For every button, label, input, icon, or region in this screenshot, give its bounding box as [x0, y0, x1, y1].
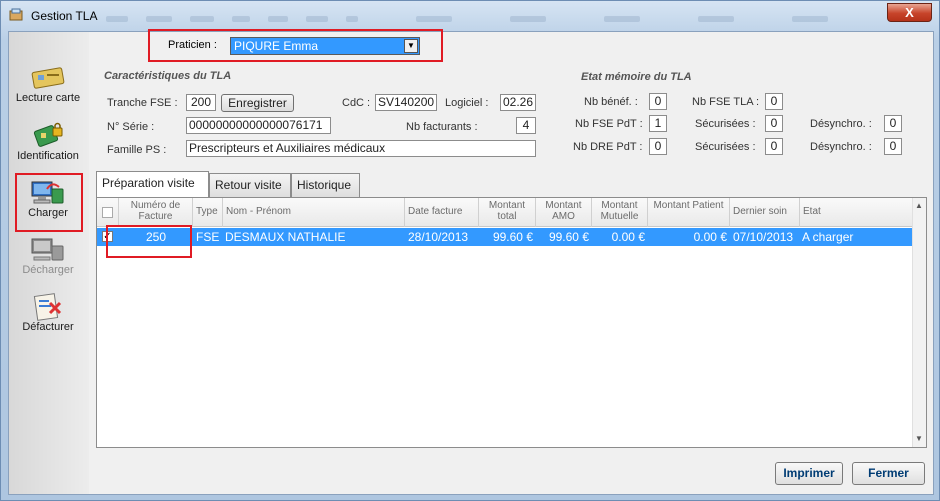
client-area: Lecture carte Identification Charger Déc…: [8, 29, 934, 495]
nbdrepdt-field[interactable]: 0: [649, 138, 667, 155]
highlight-numero: [106, 225, 192, 258]
desynchro-2-label: Désynchro. :: [810, 141, 872, 153]
highlight-praticien: [148, 29, 443, 62]
cell-date: 28/10/2013: [408, 230, 469, 244]
computer-download-icon: [31, 238, 64, 261]
scroll-down-icon[interactable]: ▼: [915, 434, 923, 443]
serie-label: N° Série :: [107, 121, 155, 133]
memoire-title: Etat mémoire du TLA: [581, 71, 692, 83]
cancel-invoice-icon: [33, 293, 62, 321]
grid-header: Numéro de Facture Type Nom - Prénom Date…: [97, 198, 912, 227]
app-icon: [9, 8, 23, 21]
cell-mt-total: 99.60 €: [492, 230, 533, 244]
app-window: Gestion TLA X Lecture carte Identificati…: [0, 0, 940, 501]
sidebar-item-identification[interactable]: Identification: [15, 120, 81, 175]
header-date[interactable]: Date facture: [405, 198, 479, 227]
sidebar-item-lecture-carte[interactable]: Lecture carte: [15, 62, 81, 117]
header-type[interactable]: Type: [193, 198, 223, 227]
securisees-1-field[interactable]: 0: [765, 115, 783, 132]
cell-etat: A charger: [802, 230, 854, 244]
cell-mt-mutuelle: 0.00 €: [611, 230, 645, 244]
nbfsetla-label: Nb FSE TLA :: [692, 96, 760, 108]
securisees-1-label: Sécurisées :: [695, 118, 756, 130]
sidebar-item-label: Décharger: [22, 264, 74, 276]
sidebar-item-label: Lecture carte: [15, 92, 81, 104]
cdc-field[interactable]: SV140200: [375, 94, 437, 111]
serie-field[interactable]: 00000000000000076171: [186, 117, 331, 134]
tab-historique[interactable]: Historique: [291, 173, 360, 197]
cell-mt-amo: 99.60 €: [548, 230, 589, 244]
header-mt-amo[interactable]: Montant AMO: [536, 198, 592, 227]
sidebar-item-defacturer[interactable]: Défacturer: [15, 291, 81, 346]
desynchro-1-field[interactable]: 0: [884, 115, 902, 132]
desynchro-2-field[interactable]: 0: [884, 138, 902, 155]
close-icon: X: [905, 5, 914, 20]
tab-preparation-visite[interactable]: Préparation visite: [96, 171, 209, 197]
header-mt-total[interactable]: Montant total: [479, 198, 536, 227]
header-mt-patient[interactable]: Montant Patient: [648, 198, 730, 227]
sidebar-item-decharger[interactable]: Décharger: [15, 234, 81, 289]
enregistrer-button[interactable]: Enregistrer: [221, 94, 294, 112]
nbbenef-field[interactable]: 0: [649, 93, 667, 110]
highlight-charger: [15, 173, 83, 232]
id-card-lock-icon: [33, 122, 63, 147]
faded-toolbar: [106, 11, 856, 36]
caract-title: Caractéristiques du TLA: [104, 70, 232, 82]
header-dernier[interactable]: Dernier soin: [730, 198, 800, 227]
sidebar-item-label: Identification: [17, 150, 79, 162]
famille-field[interactable]: Prescripteurs et Auxiliaires médicaux: [186, 140, 536, 157]
sidebar-item-label: Défacturer: [22, 321, 74, 333]
cell-nom: DESMAUX NATHALIE: [225, 230, 346, 244]
title-bar: Gestion TLA X: [1, 1, 939, 36]
sidebar: Lecture carte Identification Charger Déc…: [9, 32, 89, 494]
tab-retour-visite[interactable]: Retour visite: [209, 173, 291, 197]
table-row[interactable]: ✓ 250 FSE DESMAUX NATHALIE 28/10/2013 99…: [97, 228, 912, 246]
nbfact-field[interactable]: 4: [516, 117, 536, 134]
header-select-all: [97, 198, 119, 227]
cdc-label: CdC :: [342, 97, 371, 109]
nbfsepdt-label: Nb FSE PdT :: [575, 118, 643, 130]
header-nom[interactable]: Nom - Prénom: [223, 198, 405, 227]
header-etat[interactable]: Etat: [800, 198, 912, 227]
nbfsepdt-field[interactable]: 1: [649, 115, 667, 132]
imprimer-button[interactable]: Imprimer: [775, 462, 843, 485]
cell-mt-patient: 0.00 €: [693, 230, 727, 244]
desynchro-1-label: Désynchro. :: [810, 118, 872, 130]
tranche-field[interactable]: 200: [186, 94, 216, 111]
header-numero[interactable]: Numéro de Facture: [119, 198, 193, 227]
cell-dernier: 07/10/2013: [733, 230, 794, 244]
header-mt-mutuelle[interactable]: Montant Mutuelle: [592, 198, 648, 227]
invoice-grid: Numéro de Facture Type Nom - Prénom Date…: [96, 197, 927, 448]
select-all-checkbox[interactable]: [102, 207, 113, 218]
securisees-2-field[interactable]: 0: [765, 138, 783, 155]
nbbenef-label: Nb bénéf. :: [584, 96, 638, 108]
cell-type: FSE: [196, 230, 220, 244]
main-panel: Praticien : PIQURE Emma ▼ Caractéristiqu…: [89, 29, 933, 494]
logiciel-field[interactable]: 02.26: [500, 94, 536, 111]
window-title: Gestion TLA: [31, 9, 98, 23]
nbdrepdt-label: Nb DRE PdT :: [573, 141, 643, 153]
logiciel-label: Logiciel :: [445, 97, 489, 109]
close-button[interactable]: X: [887, 3, 932, 22]
nbfsetla-field[interactable]: 0: [765, 93, 783, 110]
fermer-button[interactable]: Fermer: [852, 462, 925, 485]
tranche-label: Tranche FSE :: [107, 97, 178, 109]
famille-label: Famille PS :: [107, 144, 167, 156]
vertical-scrollbar[interactable]: ▲ ▼: [912, 198, 926, 447]
nbfact-label: Nb facturants :: [406, 121, 478, 133]
securisees-2-label: Sécurisées :: [695, 141, 756, 153]
scroll-up-icon[interactable]: ▲: [915, 201, 923, 210]
card-reader-icon: [31, 67, 65, 89]
